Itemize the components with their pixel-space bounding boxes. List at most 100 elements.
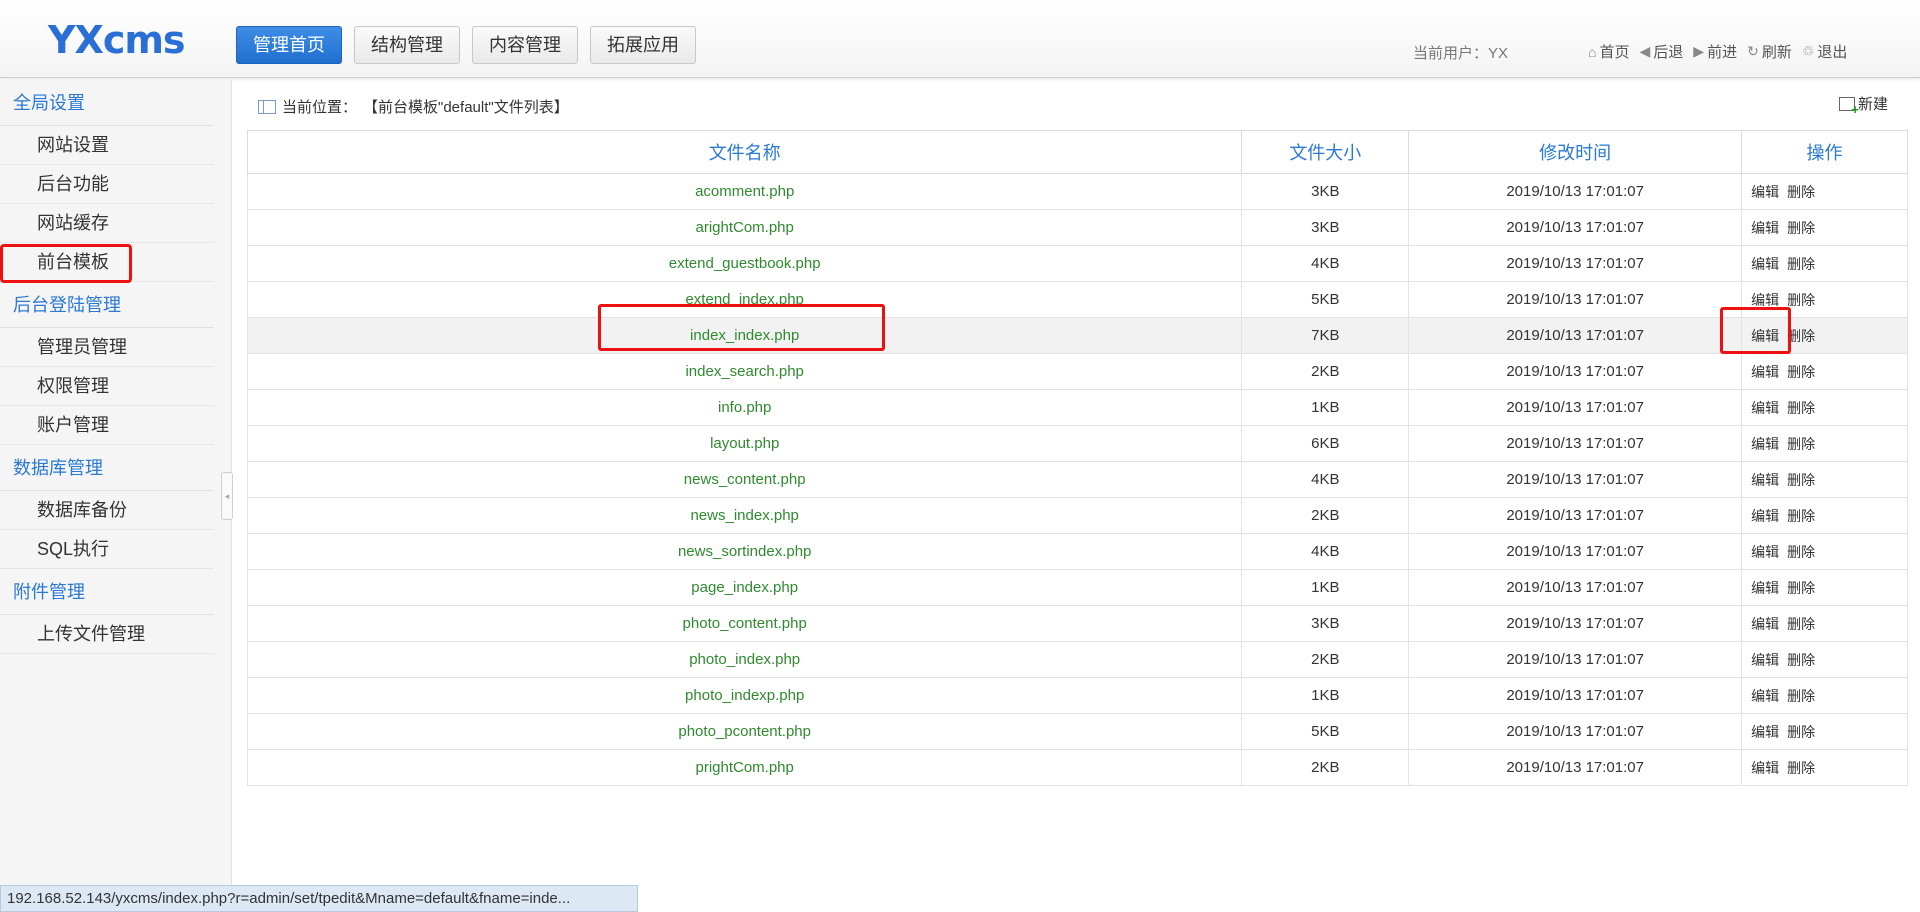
header-links: ⌂ 首页 ◀ 后退 ▶ 前进 ↻ 刷新 ♲ 退出 <box>1588 41 1847 62</box>
header-link-forward[interactable]: ▶ 前进 <box>1693 41 1737 62</box>
sidebar-group-title[interactable]: 全局设置 <box>0 80 214 126</box>
edit-link[interactable]: 编辑 <box>1751 760 1779 776</box>
file-size: 4KB <box>1241 461 1410 498</box>
file-name-link[interactable]: extend_index.php <box>246 281 1243 318</box>
file-name-link[interactable]: news_index.php <box>246 497 1243 534</box>
table-row: arightCom.php 3KB 2019/10/13 17:01:07 编辑 删除 <box>246 209 1908 246</box>
edit-link[interactable]: 编辑 <box>1751 400 1779 416</box>
edit-link[interactable]: 编辑 <box>1751 364 1779 380</box>
edit-link[interactable]: 编辑 <box>1751 724 1779 740</box>
sidebar-item[interactable]: 上传文件管理 <box>0 615 214 654</box>
header-link-refresh[interactable]: ↻ 刷新 <box>1747 41 1792 62</box>
edit-link[interactable]: 编辑 <box>1751 328 1779 344</box>
edit-link[interactable]: 编辑 <box>1751 544 1779 560</box>
delete-link[interactable]: 删除 <box>1787 724 1815 740</box>
delete-link[interactable]: 删除 <box>1787 760 1815 776</box>
nav-structure-button[interactable]: 结构管理 <box>354 26 460 64</box>
edit-link[interactable]: 编辑 <box>1751 616 1779 632</box>
edit-link[interactable]: 编辑 <box>1751 220 1779 236</box>
sidebar-group-title[interactable]: 附件管理 <box>0 569 214 615</box>
sidebar-item[interactable]: 权限管理 <box>0 367 214 406</box>
delete-link[interactable]: 删除 <box>1787 508 1815 524</box>
file-name-link[interactable]: arightCom.php <box>246 209 1243 246</box>
file-name-link[interactable]: news_content.php <box>246 461 1243 498</box>
nav-extension-button[interactable]: 拓展应用 <box>590 26 696 64</box>
top-header: YXcms 管理首页 结构管理 内容管理 拓展应用 当前用户：YX ⌂ 首页 ◀ 后退… <box>0 0 1920 78</box>
header-link-back[interactable]: ◀ 后退 <box>1639 41 1683 62</box>
delete-link[interactable]: 删除 <box>1787 472 1815 488</box>
table-row: index_index.php 7KB 2019/10/13 17:01:07 编辑删… <box>246 317 1908 354</box>
edit-link[interactable]: 编辑 <box>1751 256 1779 272</box>
file-name-link[interactable]: index_index.php <box>246 317 1243 354</box>
file-modified-time: 2019/10/13 17:01:07 <box>1408 677 1743 714</box>
table-row: extend_index.php 5KB 2019/10/13 17:01:07 编辑… <box>246 281 1908 318</box>
delete-link[interactable]: 删除 <box>1787 292 1815 308</box>
sidebar-collapse-handle[interactable]: ◂ <box>221 472 233 520</box>
delete-link[interactable]: 删除 <box>1787 328 1815 344</box>
file-name-link[interactable]: photo_pcontent.php <box>246 713 1243 750</box>
layout-icon <box>258 99 276 114</box>
delete-link[interactable]: 删除 <box>1787 544 1815 560</box>
nav-home-button[interactable]: 管理首页 <box>236 26 342 64</box>
delete-link[interactable]: 删除 <box>1787 688 1815 704</box>
delete-link[interactable]: 删除 <box>1787 400 1815 416</box>
file-size: 1KB <box>1241 569 1410 606</box>
header-link-logout[interactable]: ♲ 退出 <box>1802 41 1848 62</box>
file-size: 1KB <box>1241 389 1410 426</box>
file-name-link[interactable]: photo_indexp.php <box>246 677 1243 714</box>
forward-icon: ▶ <box>1693 43 1705 59</box>
edit-link[interactable]: 编辑 <box>1751 580 1779 596</box>
file-modified-time: 2019/10/13 17:01:07 <box>1408 245 1743 282</box>
delete-link[interactable]: 删除 <box>1787 436 1815 452</box>
delete-link[interactable]: 删除 <box>1787 220 1815 236</box>
file-name-link[interactable]: prightCom.php <box>246 749 1243 786</box>
delete-link[interactable]: 删除 <box>1787 184 1815 200</box>
file-name-link[interactable]: layout.php <box>246 425 1243 462</box>
file-name-link[interactable]: extend_guestbook.php <box>246 245 1243 282</box>
sidebar: 全局设置 网站设置 后台功能 网站缓存 前台模板 后台登陆管理 管理员管理 权限管理 账户管理数… <box>0 80 232 912</box>
file-modified-time: 2019/10/13 17:01:07 <box>1408 713 1743 750</box>
file-size: 6KB <box>1241 425 1410 462</box>
sidebar-item[interactable]: 管理员管理 <box>0 328 214 367</box>
header-link-home[interactable]: ⌂ 首页 <box>1588 41 1629 62</box>
edit-link[interactable]: 编辑 <box>1751 292 1779 308</box>
file-modified-time: 2019/10/13 17:01:07 <box>1408 749 1743 786</box>
file-name-link[interactable]: index_search.php <box>246 353 1243 390</box>
delete-link[interactable]: 删除 <box>1787 652 1815 668</box>
file-name-link[interactable]: info.php <box>246 389 1243 426</box>
edit-link[interactable]: 编辑 <box>1751 436 1779 452</box>
logo[interactable]: YXcms <box>48 18 186 62</box>
file-modified-time: 2019/10/13 17:01:07 <box>1408 353 1743 390</box>
sidebar-item[interactable]: 数据库备份 <box>0 491 214 530</box>
sidebar-item[interactable]: 网站设置 <box>0 126 214 165</box>
file-size: 4KB <box>1241 533 1410 570</box>
file-name-link[interactable]: acomment.php <box>246 173 1243 210</box>
sidebar-item[interactable]: 网站缓存 <box>0 204 214 243</box>
sidebar-item[interactable]: SQL执行 <box>0 530 214 569</box>
delete-link[interactable]: 删除 <box>1787 580 1815 596</box>
table-row: photo_content.php 3KB 2019/10/13 17:01:07 编… <box>246 605 1908 642</box>
edit-link[interactable]: 编辑 <box>1751 472 1779 488</box>
sidebar-item[interactable]: 账户管理 <box>0 406 214 445</box>
file-name-link[interactable]: news_sortindex.php <box>246 533 1243 570</box>
edit-link[interactable]: 编辑 <box>1751 508 1779 524</box>
edit-link[interactable]: 编辑 <box>1751 184 1779 200</box>
edit-link[interactable]: 编辑 <box>1751 688 1779 704</box>
header-modified-time: 修改时间 <box>1408 130 1743 174</box>
delete-link[interactable]: 删除 <box>1787 364 1815 380</box>
delete-link[interactable]: 删除 <box>1787 256 1815 272</box>
new-file-button[interactable]: 新建 <box>1839 93 1888 117</box>
sidebar-group-title[interactable]: 数据库管理 <box>0 445 214 491</box>
sidebar-item[interactable]: 前台模板 <box>0 243 214 283</box>
nav-content-button[interactable]: 内容管理 <box>472 26 578 64</box>
sidebar-group-title[interactable]: 后台登陆管理 <box>0 282 214 328</box>
edit-link[interactable]: 编辑 <box>1751 652 1779 668</box>
file-name-link[interactable]: photo_content.php <box>246 605 1243 642</box>
file-name-link[interactable]: page_index.php <box>246 569 1243 606</box>
sidebar-item[interactable]: 后台功能 <box>0 165 214 204</box>
delete-link[interactable]: 删除 <box>1787 616 1815 632</box>
file-name-link[interactable]: photo_index.php <box>246 641 1243 678</box>
file-size: 3KB <box>1241 209 1410 246</box>
new-file-icon <box>1839 96 1859 117</box>
file-modified-time: 2019/10/13 17:01:07 <box>1408 425 1743 462</box>
